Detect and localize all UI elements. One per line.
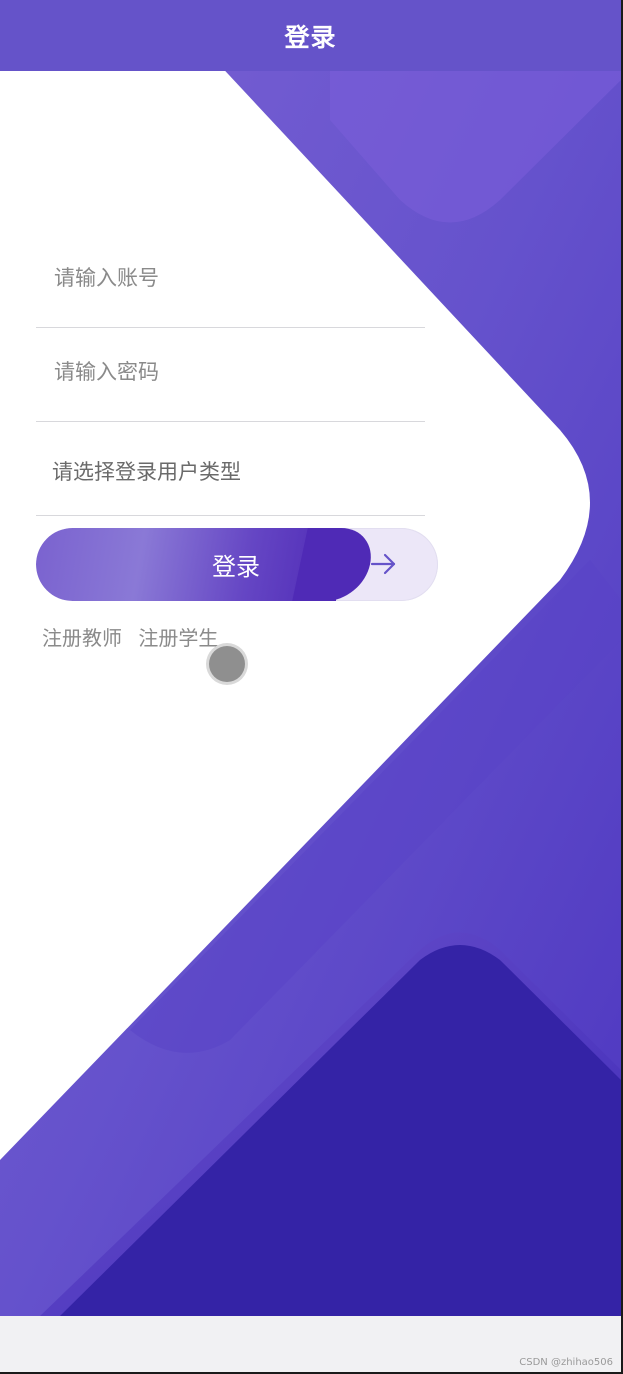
login-form: 请选择登录用户类型	[36, 234, 425, 516]
watermark: CSDN @zhihao506	[519, 1357, 613, 1368]
user-type-select[interactable]: 请选择登录用户类型	[36, 422, 425, 516]
screen: 登录 请选择登录用户类型 登录 注册教师 注册学生 CSDN @zhihao50…	[0, 0, 623, 1374]
account-field-row	[36, 234, 425, 328]
background-shapes	[0, 0, 621, 1316]
nav-bar: 登录	[0, 0, 621, 71]
login-button-group: 登录	[36, 528, 438, 601]
touch-indicator	[209, 646, 245, 682]
account-input[interactable]	[54, 266, 414, 290]
page-title: 登录	[284, 22, 337, 52]
login-button-label: 登录	[212, 553, 260, 581]
arrow-right-icon[interactable]	[368, 548, 398, 580]
password-input[interactable]	[54, 360, 414, 384]
register-links: 注册教师 注册学生	[42, 622, 228, 651]
login-button[interactable]: 登录	[36, 528, 336, 601]
register-teacher-link[interactable]: 注册教师	[42, 626, 122, 650]
bottom-bar: CSDN @zhihao506	[0, 1316, 621, 1372]
password-field-row	[36, 328, 425, 422]
register-student-link[interactable]: 注册学生	[138, 626, 218, 650]
user-type-placeholder: 请选择登录用户类型	[52, 460, 241, 484]
